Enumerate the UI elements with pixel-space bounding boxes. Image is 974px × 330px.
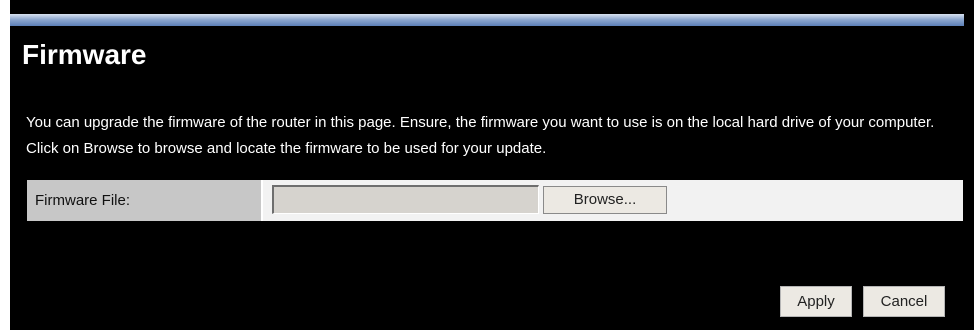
page-title: Firmware — [22, 39, 147, 70]
cancel-button[interactable]: Cancel — [863, 286, 945, 317]
browse-button[interactable]: Browse... — [543, 186, 667, 214]
firmware-file-row: Firmware File: Browse... — [27, 180, 963, 221]
firmware-panel — [10, 0, 974, 330]
apply-button[interactable]: Apply — [780, 286, 852, 317]
firmware-file-input[interactable] — [272, 185, 539, 214]
page-description: You can upgrade the firmware of the rout… — [26, 114, 935, 157]
firmware-file-label: Firmware File: — [27, 180, 263, 221]
header-bar — [10, 14, 964, 26]
